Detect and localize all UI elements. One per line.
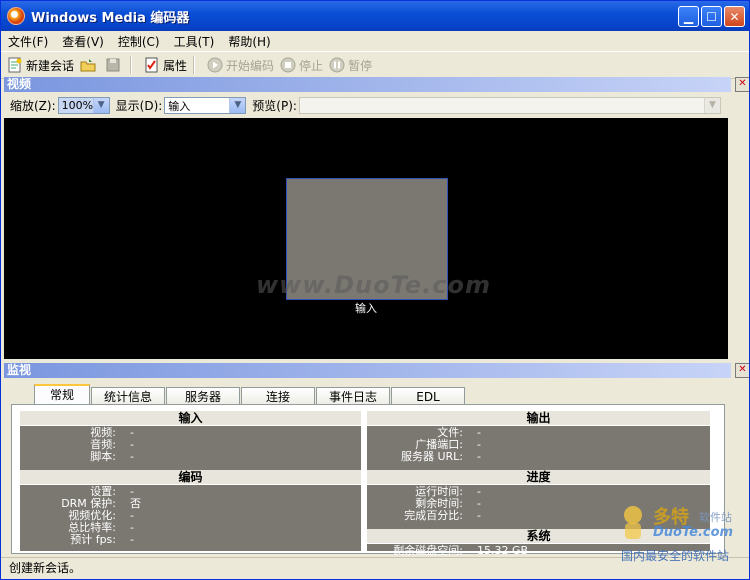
input-script-value: -	[130, 450, 134, 463]
brand-slogan: 国内最安全的软件站	[621, 549, 730, 563]
properties-label: 属性	[163, 58, 188, 73]
encode-fps-key: 预计 fps:	[70, 533, 116, 546]
watermark-text: www.DuoTe.com	[256, 271, 491, 299]
output-section-title: 输出	[367, 411, 710, 426]
video-panel-title: 视频	[7, 77, 32, 91]
save-icon	[105, 57, 121, 73]
play-icon	[207, 57, 223, 73]
menu-help[interactable]: 帮助(H)	[221, 33, 277, 50]
monitor-tabs: 常规 统计信息 服务器 连接 事件日志 EDL	[34, 383, 466, 405]
main-window: Windows Media 编码器 ▁ ☐ ✕ 文件(F) 查看(V) 控制(C…	[0, 0, 750, 580]
toolbar: 新建会话 属性 开始编码 停止 暂停	[1, 51, 749, 79]
zoom-label: 缩放(Z):	[10, 99, 56, 113]
menu-file[interactable]: 文件(F)	[1, 33, 55, 50]
display-label: 显示(D):	[115, 99, 163, 113]
progress-section-title: 进度	[367, 470, 710, 485]
chevron-down-icon[interactable]: ▼	[703, 98, 720, 113]
open-folder-icon	[80, 57, 96, 73]
display-select[interactable]: 输入 ▼	[164, 97, 247, 114]
minimize-button[interactable]: ▁	[678, 6, 699, 27]
menu-view[interactable]: 查看(V)	[55, 33, 111, 50]
duote-logo-overlay: 多特 软件站 DuoTe.com 国内最安全的软件站	[615, 501, 749, 567]
app-icon[interactable]	[7, 7, 25, 25]
pause-label: 暂停	[348, 58, 373, 73]
menu-tools[interactable]: 工具(T)	[167, 33, 222, 50]
new-session-label: 新建会话	[26, 58, 75, 73]
input-video-caption: 输入	[355, 302, 377, 315]
tab-event-log[interactable]: 事件日志	[316, 387, 390, 405]
status-text: 创建新会话。	[9, 561, 82, 575]
tab-connections[interactable]: 连接	[241, 387, 315, 405]
encode-row-fps: 预计 fps: -	[20, 534, 361, 546]
output-server-url-key: 服务器 URL:	[400, 450, 463, 463]
properties-icon	[144, 57, 160, 73]
video-display-area: 输入	[4, 118, 728, 359]
pause-button[interactable]: 暂停	[329, 57, 372, 74]
output-server-url-value: -	[477, 450, 481, 463]
monitor-panel-title: 监视	[7, 363, 32, 377]
input-script-key: 脚本:	[90, 450, 116, 463]
system-disk-value: 15.32 GB	[477, 544, 529, 557]
stop-icon	[280, 57, 296, 73]
progress-percent-key: 完成百分比:	[404, 509, 463, 522]
encode-fps-value: -	[130, 533, 134, 546]
zoom-value: 100%	[61, 99, 94, 112]
encode-section-title: 编码	[20, 470, 361, 485]
video-panel-close-icon[interactable]: ✕	[735, 77, 749, 92]
input-row-script: 脚本: -	[20, 451, 361, 463]
toolbar-separator	[193, 56, 196, 74]
save-button[interactable]	[105, 57, 124, 73]
brand-url: DuoTe.com	[653, 525, 734, 540]
mascot-icon	[624, 506, 642, 539]
title-bar[interactable]: Windows Media 编码器 ▁ ☐ ✕	[1, 1, 749, 31]
progress-percent-value: -	[477, 509, 481, 522]
tab-edl[interactable]: EDL	[391, 387, 465, 405]
input-section-title: 输入	[20, 411, 361, 426]
stop-button[interactable]: 停止	[280, 57, 323, 74]
stop-label: 停止	[299, 58, 324, 73]
properties-button[interactable]: 属性	[144, 57, 187, 74]
new-session-icon	[7, 57, 23, 73]
start-encoding-button[interactable]: 开始编码	[207, 57, 274, 74]
pause-icon	[329, 57, 345, 73]
start-encoding-label: 开始编码	[226, 58, 275, 73]
menu-bar: 文件(F) 查看(V) 控制(C) 工具(T) 帮助(H)	[1, 31, 749, 51]
monitor-panel-header: 监视 ✕	[4, 363, 749, 378]
monitor-panel-close-icon[interactable]: ✕	[735, 363, 749, 378]
zoom-select[interactable]: 100% ▼	[57, 97, 110, 114]
window-title: Windows Media 编码器	[31, 10, 190, 26]
new-session-button[interactable]: 新建会话	[7, 57, 74, 74]
menu-control[interactable]: 控制(C)	[111, 33, 167, 50]
preview-select[interactable]: ▼	[298, 97, 721, 114]
chevron-down-icon[interactable]: ▼	[229, 98, 246, 113]
close-button[interactable]: ✕	[724, 6, 745, 27]
system-disk-key: 剩余磁盘空间:	[393, 544, 463, 557]
display-value: 输入	[168, 99, 191, 113]
maximize-button[interactable]: ☐	[701, 6, 722, 27]
preview-label: 预览(P):	[252, 99, 297, 113]
chevron-down-icon[interactable]: ▼	[92, 98, 109, 113]
brand-sub: 软件站	[699, 511, 732, 524]
tab-statistics[interactable]: 统计信息	[91, 387, 165, 405]
video-panel-header: 视频 ✕	[4, 77, 749, 92]
tab-servers[interactable]: 服务器	[166, 387, 240, 405]
video-toolbar: 缩放(Z): 100% ▼ 显示(D): 输入 ▼ 预览(P): ▼	[4, 94, 728, 117]
input-row-audio: 音频: -	[20, 439, 361, 451]
input-row-video: 视频: -	[20, 427, 361, 439]
tab-general[interactable]: 常规	[34, 384, 90, 405]
output-row-server-url: 服务器 URL: -	[367, 451, 710, 463]
toolbar-separator	[130, 56, 133, 74]
open-button[interactable]	[80, 57, 99, 73]
